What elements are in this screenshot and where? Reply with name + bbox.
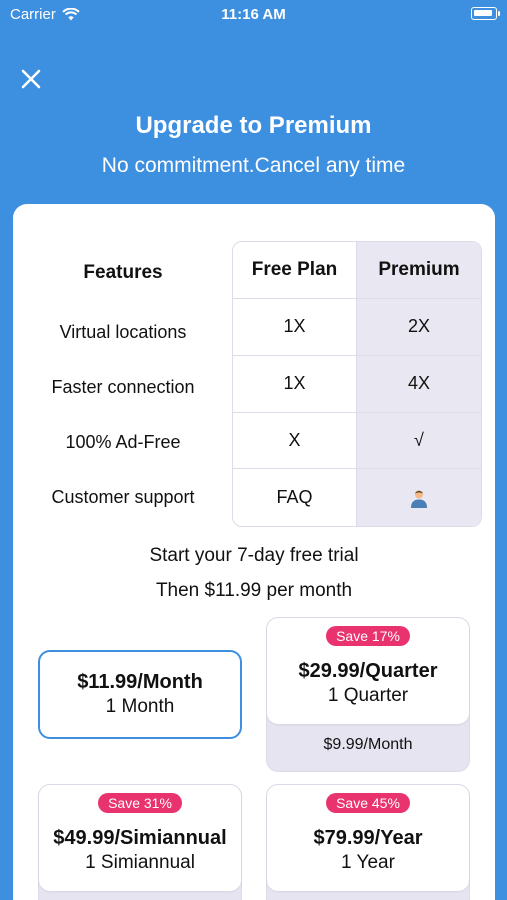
page-title: Upgrade to Premium [135,112,372,139]
feature-label: 100% Ad-Free [65,432,181,452]
plan-year-option[interactable]: Save 45% $79.99/Year 1 Year [266,784,470,900]
feature-label: Customer support [51,487,195,507]
plan-price: $79.99/Year [313,827,423,849]
status-time: 11:16 AM [221,6,286,23]
free-cell: 1X [233,355,357,413]
premium-cell: 2X [357,299,481,356]
free-cell: 1X [233,299,357,356]
premium-heading: Premium [357,242,481,299]
plan-year-details: Save 45% $79.99/Year 1 Year [267,785,469,891]
premium-cell: 4X [357,355,481,413]
trial-line: Start your 7-day free trial [149,545,359,566]
free-cell: FAQ [233,469,357,526]
close-button[interactable] [18,66,44,92]
plan-price: $49.99/Simiannual [53,827,227,849]
save-badge: Save 45% [326,793,410,813]
feature-label: Virtual locations [59,322,187,342]
plan-comparison-table: Free Plan Premium 1X 2X 1X 4X X √ FAQ [232,241,482,527]
person-icon [411,490,427,508]
free-cell: X [233,412,357,470]
plan-price: $11.99/Month [77,671,203,693]
plan-period: 1 Simiannual [85,852,195,873]
premium-cell: √ [357,412,481,470]
plan-quarter-details: Save 17% $29.99/Quarter 1 Quarter [267,618,469,724]
plan-period: 1 Year [341,852,395,873]
upgrade-card: Features Virtual locations Faster connec… [13,204,495,900]
battery-icon [471,7,500,20]
free-plan-heading: Free Plan [233,242,357,299]
features-list: Features Virtual locations Faster connec… [13,241,233,525]
plan-quarter-option[interactable]: Save 17% $29.99/Quarter 1 Quarter $9.99/… [266,617,470,772]
plan-per-month: $9.99/Month [323,736,413,753]
features-heading: Features [83,262,163,283]
feature-label: Faster connection [51,377,195,397]
plan-month-option[interactable]: $11.99/Month 1 Month [38,650,242,739]
plan-period: 1 Month [105,696,175,717]
premium-support-cell [357,469,481,526]
close-icon [21,69,41,89]
price-line: Then $11.99 per month [155,580,353,601]
save-badge: Save 31% [98,793,182,813]
page-subtitle: No commitment.Cancel any time [101,154,406,177]
save-badge: Save 17% [326,626,410,646]
status-bar: Carrier 11:16 AM [0,0,507,30]
plan-price: $29.99/Quarter [298,660,438,682]
plan-semiannual-option[interactable]: Save 31% $49.99/Simiannual 1 Simiannual [38,784,242,900]
plan-semiannual-details: Save 31% $49.99/Simiannual 1 Simiannual [39,785,241,891]
plan-period: 1 Quarter [327,685,409,706]
